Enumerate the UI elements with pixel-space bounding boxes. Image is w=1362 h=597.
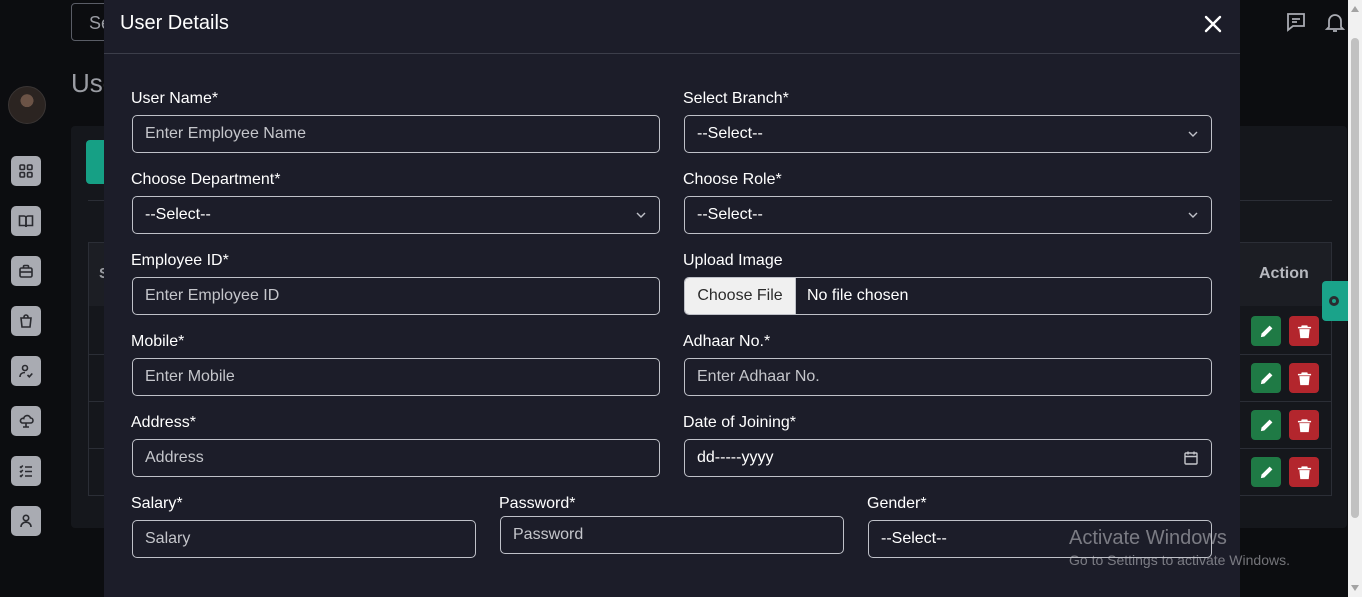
date-of-joining-input[interactable]: dd-----yyyy <box>684 439 1212 477</box>
user-icon[interactable] <box>11 506 41 536</box>
employee-id-input[interactable] <box>145 287 647 305</box>
scroll-up-arrow[interactable] <box>1351 6 1359 12</box>
user-name-label: User Name* <box>131 90 219 107</box>
chevron-down-icon <box>1188 131 1198 137</box>
table-header-action: Action <box>1259 265 1309 282</box>
activate-windows-subtitle: Go to Settings to activate Windows. <box>1069 552 1290 568</box>
role-select[interactable]: --Select-- <box>684 196 1212 234</box>
branch-select-value: --Select-- <box>697 125 763 142</box>
password-input[interactable] <box>513 526 831 544</box>
cloud-icon[interactable] <box>11 406 41 436</box>
address-field[interactable] <box>132 439 660 477</box>
scrollbar[interactable] <box>1348 0 1362 597</box>
scroll-thumb[interactable] <box>1351 38 1359 518</box>
page-title: Use <box>71 68 104 98</box>
gear-icon <box>1329 296 1339 306</box>
activate-windows-title: Activate Windows <box>1069 527 1227 549</box>
chevron-down-icon <box>636 212 646 218</box>
branch-label: Select Branch* <box>683 90 789 107</box>
mobile-field[interactable] <box>132 358 660 396</box>
trash-icon <box>1297 465 1311 479</box>
book-icon[interactable] <box>11 206 41 236</box>
address-input[interactable] <box>145 449 647 467</box>
trash-icon <box>1297 371 1311 385</box>
user-name-field[interactable] <box>132 115 660 153</box>
pencil-icon <box>1260 419 1272 431</box>
department-select-value: --Select-- <box>145 206 211 223</box>
password-field[interactable] <box>500 516 844 554</box>
user-check-icon[interactable] <box>11 356 41 386</box>
adhaar-input[interactable] <box>697 368 1199 386</box>
edit-button[interactable] <box>1251 457 1281 487</box>
modal-title: User Details <box>120 12 229 34</box>
list-check-icon[interactable] <box>11 456 41 486</box>
employee-id-field[interactable] <box>132 277 660 315</box>
date-of-joining-label: Date of Joining* <box>683 414 796 431</box>
user-details-modal: User Details User Name* Select Branch* -… <box>104 0 1240 597</box>
salary-label: Salary* <box>131 495 183 512</box>
salary-input[interactable] <box>145 530 463 548</box>
modal-header: User Details <box>104 0 1240 54</box>
adhaar-label: Adhaar No.* <box>683 333 771 350</box>
gender-select-value: --Select-- <box>881 530 947 547</box>
branch-select[interactable]: --Select-- <box>684 115 1212 153</box>
user-name-input[interactable] <box>145 125 647 143</box>
edit-button[interactable] <box>1251 316 1281 346</box>
close-icon <box>1204 15 1222 33</box>
close-button[interactable] <box>1202 13 1224 35</box>
upload-image-field[interactable]: Choose File No file chosen <box>684 277 1212 315</box>
trash-icon <box>1297 324 1311 338</box>
mobile-label: Mobile* <box>131 333 185 350</box>
chevron-down-icon <box>1188 212 1198 218</box>
upload-image-label: Upload Image <box>683 252 783 269</box>
delete-button[interactable] <box>1289 363 1319 393</box>
adhaar-field[interactable] <box>684 358 1212 396</box>
role-select-value: --Select-- <box>697 206 763 223</box>
grid-icon[interactable] <box>11 156 41 186</box>
trash-icon <box>1297 418 1311 432</box>
choose-file-button[interactable]: Choose File <box>685 278 796 314</box>
briefcase-icon[interactable] <box>11 256 41 286</box>
salary-field[interactable] <box>132 520 476 558</box>
pencil-icon <box>1260 325 1272 337</box>
date-of-joining-value: dd-----yyyy <box>697 449 774 466</box>
delete-button[interactable] <box>1289 457 1319 487</box>
role-label: Choose Role* <box>683 171 782 188</box>
settings-toggle[interactable] <box>1322 281 1348 321</box>
address-label: Address* <box>131 414 196 431</box>
pencil-icon <box>1260 466 1272 478</box>
shopping-bag-icon[interactable] <box>11 306 41 336</box>
delete-button[interactable] <box>1289 316 1319 346</box>
avatar[interactable] <box>8 86 46 124</box>
bell-icon[interactable] <box>1324 11 1346 33</box>
edit-button[interactable] <box>1251 410 1281 440</box>
delete-button[interactable] <box>1289 410 1319 440</box>
department-label: Choose Department* <box>131 171 281 188</box>
edit-button[interactable] <box>1251 363 1281 393</box>
department-select[interactable]: --Select-- <box>132 196 660 234</box>
file-status: No file chosen <box>807 287 909 304</box>
gender-label: Gender* <box>867 495 927 512</box>
pencil-icon <box>1260 372 1272 384</box>
mobile-input[interactable] <box>145 368 647 386</box>
scroll-down-arrow[interactable] <box>1351 585 1359 591</box>
employee-id-label: Employee ID* <box>131 252 229 269</box>
message-icon[interactable] <box>1285 11 1307 33</box>
password-label: Password* <box>499 495 576 512</box>
calendar-icon[interactable] <box>1183 450 1199 466</box>
